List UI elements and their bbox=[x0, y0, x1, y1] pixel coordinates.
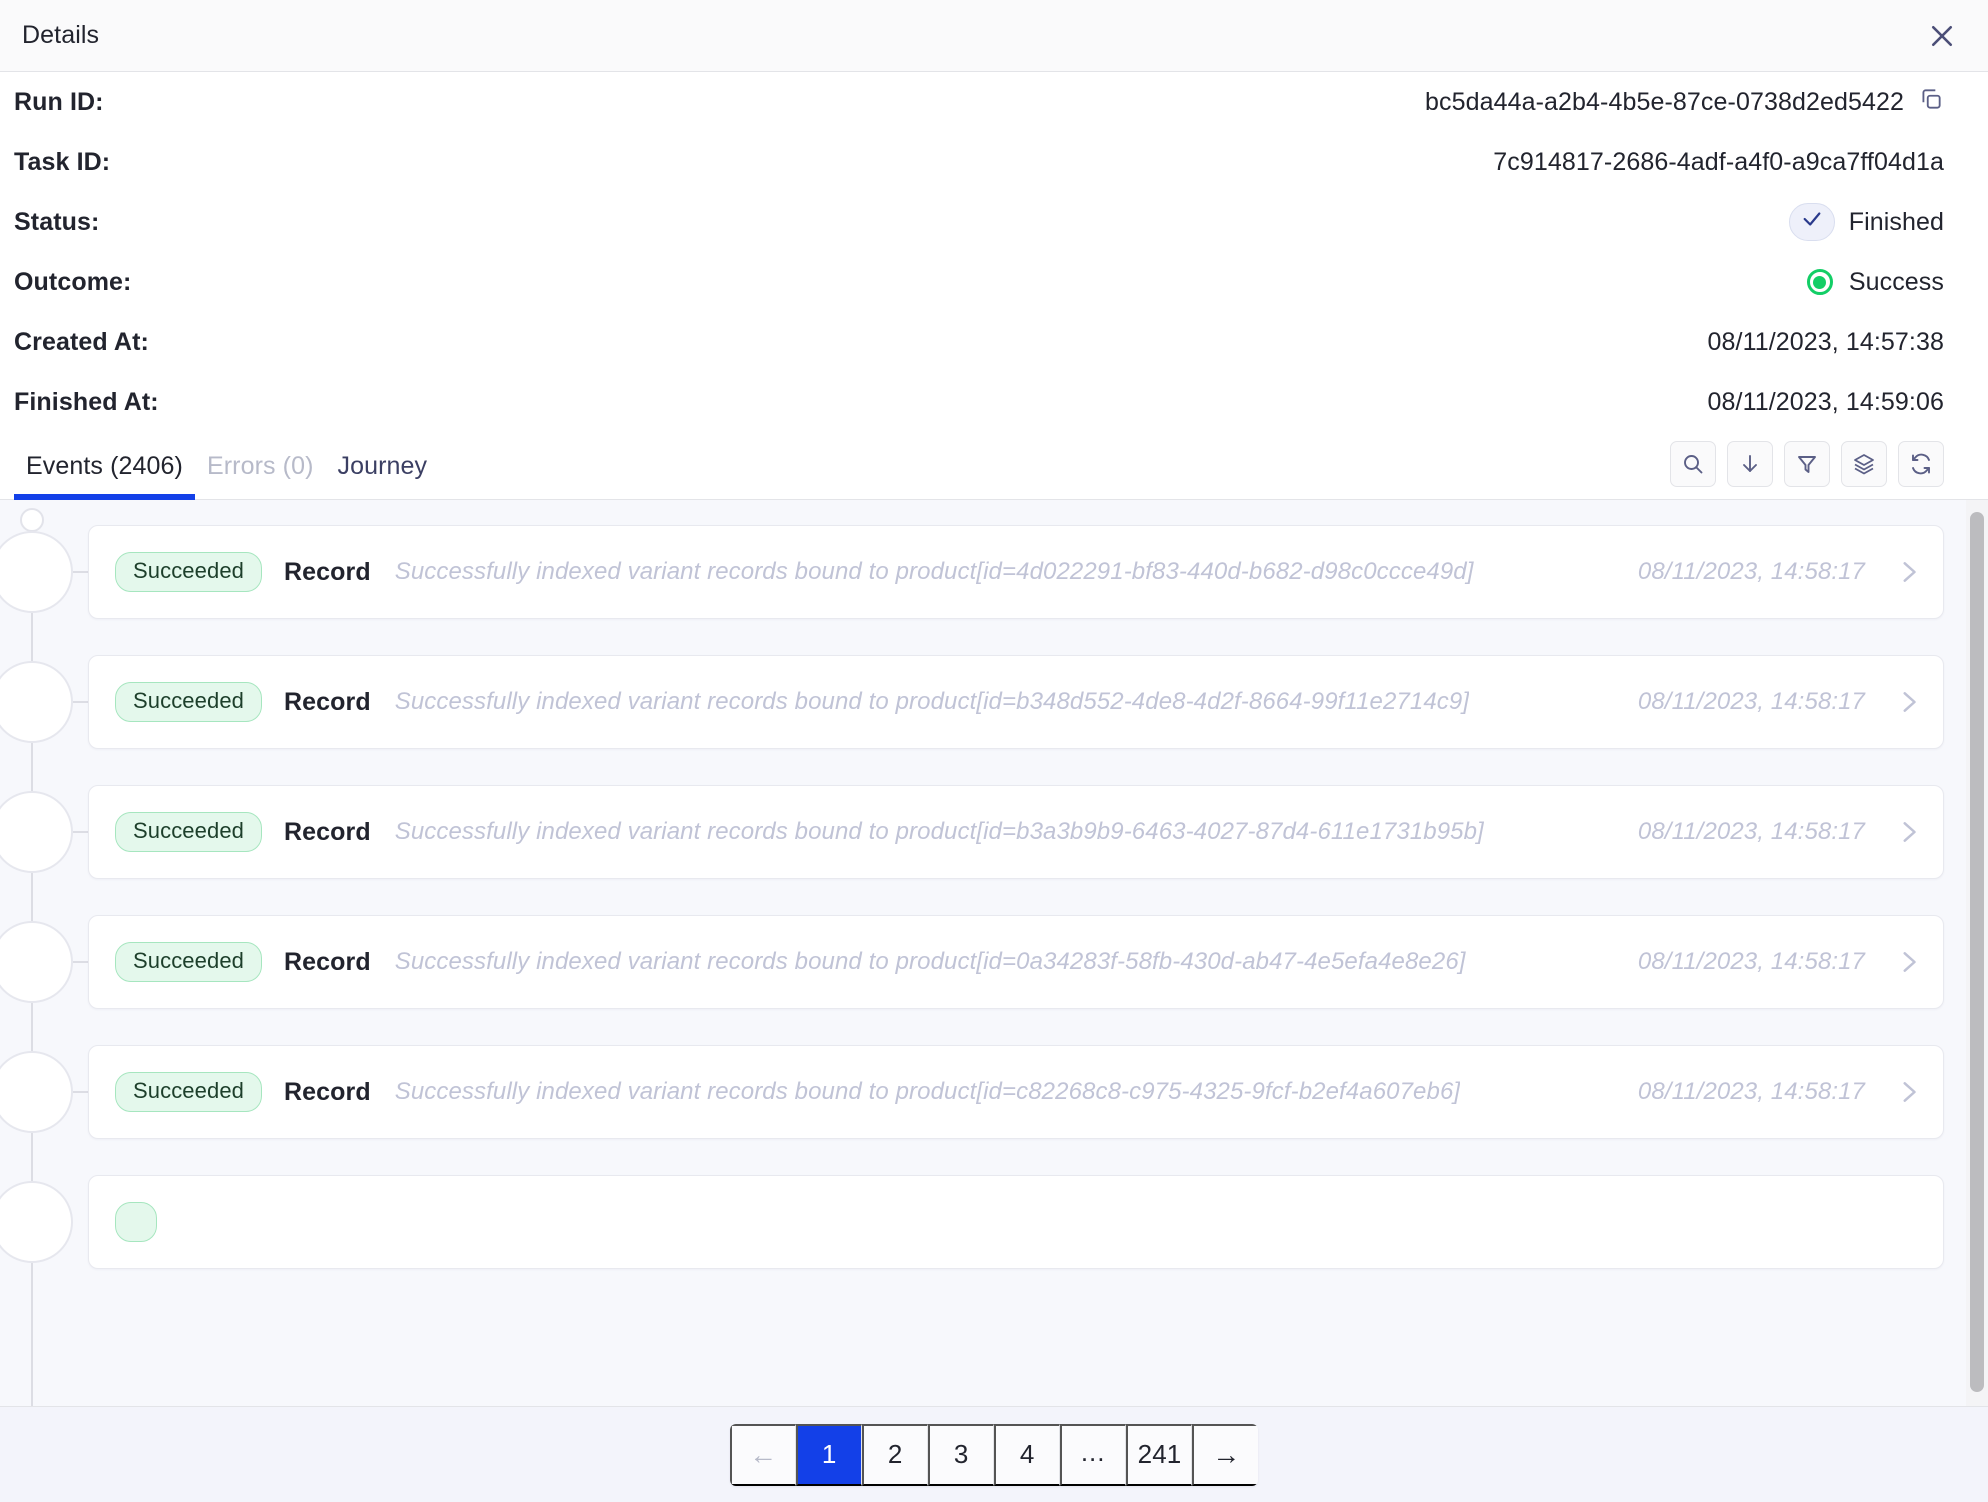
pagination-page-3[interactable]: 3 bbox=[928, 1424, 994, 1486]
search-button[interactable] bbox=[1670, 441, 1716, 487]
pagination-bar: ← 1 2 3 4 ... 241 → bbox=[0, 1406, 1988, 1502]
close-button[interactable] bbox=[1920, 14, 1964, 58]
meta-value: Success bbox=[1807, 268, 1944, 297]
search-icon bbox=[1681, 452, 1705, 476]
filter-icon bbox=[1795, 452, 1819, 476]
pagination-ellipsis[interactable]: ... bbox=[1060, 1424, 1126, 1486]
pagination-prev[interactable]: ← bbox=[730, 1424, 796, 1486]
meta-value: 7c914817-2686-4adf-a4f0-a9ca7ff04d1a bbox=[1493, 148, 1944, 177]
run-id-value: bc5da44a-a2b4-4b5e-87ce-0738d2ed5422 bbox=[1425, 88, 1904, 117]
meta-row-created-at: Created At: 08/11/2023, 14:57:38 bbox=[14, 312, 1944, 372]
chevron-right-icon[interactable] bbox=[1895, 819, 1921, 845]
event-timestamp: 08/11/2023, 14:58:17 bbox=[1612, 1078, 1865, 1106]
pagination-page-241[interactable]: 241 bbox=[1126, 1424, 1193, 1486]
download-icon bbox=[1738, 452, 1762, 476]
chevron-right-icon[interactable] bbox=[1895, 949, 1921, 975]
meta-label: Created At: bbox=[14, 328, 149, 357]
pagination-page-4[interactable]: 4 bbox=[994, 1424, 1060, 1486]
meta-label: Finished At: bbox=[14, 388, 159, 417]
event-timestamp: 08/11/2023, 14:58:17 bbox=[1612, 558, 1865, 586]
event-type: Record bbox=[284, 558, 371, 587]
meta-value: Finished bbox=[1789, 203, 1944, 241]
event-message: Successfully indexed variant records bou… bbox=[395, 948, 1466, 976]
status-badge bbox=[1789, 203, 1835, 241]
refresh-icon bbox=[1909, 452, 1933, 476]
page-title: Details bbox=[22, 21, 99, 50]
layers-button[interactable] bbox=[1841, 441, 1887, 487]
meta-row-run-id: Run ID: bc5da44a-a2b4-4b5e-87ce-0738d2ed… bbox=[14, 72, 1944, 132]
scrollbar-track[interactable] bbox=[1966, 500, 1988, 1406]
status-badge: Succeeded bbox=[115, 1072, 262, 1112]
tab-errors[interactable]: Errors (0) bbox=[195, 452, 326, 499]
panel-header: Details bbox=[0, 0, 1988, 72]
event-message: Successfully indexed variant records bou… bbox=[395, 818, 1484, 846]
task-id-value: 7c914817-2686-4adf-a4f0-a9ca7ff04d1a bbox=[1493, 148, 1944, 177]
table-row[interactable]: Succeeded Record Successfully indexed va… bbox=[88, 525, 1944, 619]
events-toolbar bbox=[1670, 441, 1944, 499]
download-button[interactable] bbox=[1727, 441, 1773, 487]
status-badge: Succeeded bbox=[115, 552, 262, 592]
success-dot-icon bbox=[1807, 269, 1833, 295]
status-value: Finished bbox=[1849, 208, 1944, 237]
pagination-page-2[interactable]: 2 bbox=[862, 1424, 928, 1486]
event-message: Successfully indexed variant records bou… bbox=[395, 558, 1474, 586]
event-message: Successfully indexed variant records bou… bbox=[395, 688, 1469, 716]
event-timestamp: 08/11/2023, 14:58:17 bbox=[1612, 688, 1865, 716]
created-at-value: 08/11/2023, 14:57:38 bbox=[1708, 328, 1944, 357]
chevron-right-icon[interactable] bbox=[1895, 559, 1921, 585]
chevron-right-icon[interactable] bbox=[1895, 1079, 1921, 1105]
scrollbar-thumb[interactable] bbox=[1970, 512, 1984, 1392]
event-timestamp: 08/11/2023, 14:58:17 bbox=[1612, 948, 1865, 976]
meta-label: Status: bbox=[14, 208, 99, 237]
meta-label: Task ID: bbox=[14, 148, 110, 177]
table-row[interactable]: Succeeded Record Successfully indexed va… bbox=[88, 785, 1944, 879]
meta-row-outcome: Outcome: Success bbox=[14, 252, 1944, 312]
event-type: Record bbox=[284, 1078, 371, 1107]
meta-row-status: Status: Finished bbox=[14, 192, 1944, 252]
status-badge: Succeeded bbox=[115, 812, 262, 852]
meta-value: bc5da44a-a2b4-4b5e-87ce-0738d2ed5422 bbox=[1425, 86, 1944, 119]
pagination-page-1[interactable]: 1 bbox=[796, 1424, 862, 1486]
panel-body: Run ID: bc5da44a-a2b4-4b5e-87ce-0738d2ed… bbox=[0, 72, 1988, 1502]
check-icon bbox=[1801, 208, 1823, 237]
meta-row-finished-at: Finished At: 08/11/2023, 14:59:06 bbox=[14, 372, 1944, 432]
pagination-next[interactable]: → bbox=[1192, 1424, 1258, 1486]
layers-icon bbox=[1852, 452, 1876, 476]
finished-at-value: 08/11/2023, 14:59:06 bbox=[1708, 388, 1944, 417]
meta-value: 08/11/2023, 14:57:38 bbox=[1708, 328, 1944, 357]
table-row[interactable]: Succeeded Record Successfully indexed va… bbox=[88, 915, 1944, 1009]
details-meta-list: Run ID: bc5da44a-a2b4-4b5e-87ce-0738d2ed… bbox=[0, 72, 1988, 432]
status-badge: Succeeded bbox=[115, 682, 262, 722]
outcome-value: Success bbox=[1849, 268, 1944, 297]
event-message: Successfully indexed variant records bou… bbox=[395, 1078, 1460, 1106]
event-type: Record bbox=[284, 818, 371, 847]
table-row-partial[interactable] bbox=[88, 1175, 1944, 1269]
close-icon bbox=[1927, 21, 1957, 51]
tab-journey[interactable]: Journey bbox=[326, 452, 440, 499]
details-panel: Details Run ID: bc5da44a-a2b4-4b5e-87ce-… bbox=[0, 0, 1988, 1502]
table-row[interactable]: Succeeded Record Successfully indexed va… bbox=[88, 655, 1944, 749]
meta-row-task-id: Task ID: 7c914817-2686-4adf-a4f0-a9ca7ff… bbox=[14, 132, 1944, 192]
event-type: Record bbox=[284, 688, 371, 717]
status-badge bbox=[115, 1202, 157, 1242]
tab-events[interactable]: Events (2406) bbox=[14, 452, 195, 499]
event-type: Record bbox=[284, 948, 371, 977]
event-list: Succeeded Record Successfully indexed va… bbox=[0, 500, 1988, 1269]
chevron-right-icon[interactable] bbox=[1895, 689, 1921, 715]
meta-label: Outcome: bbox=[14, 268, 131, 297]
tab-bar: Events (2406) Errors (0) Journey bbox=[0, 432, 1988, 500]
status-badge: Succeeded bbox=[115, 942, 262, 982]
filter-button[interactable] bbox=[1784, 441, 1830, 487]
refresh-button[interactable] bbox=[1898, 441, 1944, 487]
event-timestamp: 08/11/2023, 14:58:17 bbox=[1612, 818, 1865, 846]
copy-icon[interactable] bbox=[1918, 86, 1944, 119]
pagination: ← 1 2 3 4 ... 241 → bbox=[730, 1424, 1259, 1486]
table-row[interactable]: Succeeded Record Successfully indexed va… bbox=[88, 1045, 1944, 1139]
meta-label: Run ID: bbox=[14, 88, 104, 117]
meta-value: 08/11/2023, 14:59:06 bbox=[1708, 388, 1944, 417]
events-area: Succeeded Record Successfully indexed va… bbox=[0, 500, 1988, 1406]
